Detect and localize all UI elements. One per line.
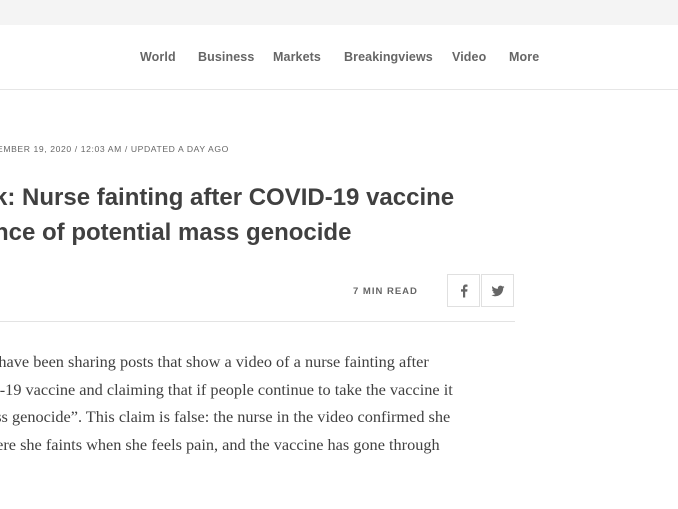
nav-item-video[interactable]: Video	[452, 50, 486, 64]
top-utility-bar	[0, 0, 678, 25]
nav-item-world[interactable]: World	[140, 50, 176, 64]
article-dateline: EMBER 19, 2020 / 12:03 AM / UPDATED A DA…	[0, 144, 229, 154]
nav-item-business[interactable]: Business	[198, 50, 254, 64]
headline-line: nce of potential mass genocide	[0, 219, 352, 246]
body-line: D-19 vaccine and claiming that if people…	[0, 379, 453, 399]
article-headline: k: Nurse fainting after COVID-19 vaccine…	[0, 180, 594, 250]
main-navigation: World Business Markets Breakingviews Vid…	[0, 25, 678, 90]
nav-item-more[interactable]: More	[509, 50, 539, 64]
share-twitter-button[interactable]	[481, 274, 514, 307]
nav-item-breakingviews[interactable]: Breakingviews	[344, 50, 433, 64]
twitter-icon	[491, 285, 504, 296]
facebook-icon	[460, 284, 467, 297]
share-facebook-button[interactable]	[447, 274, 480, 307]
headline-line: k: Nurse fainting after COVID-19 vaccine	[0, 184, 455, 211]
body-line: s have been sharing posts that show a vi…	[0, 352, 429, 371]
article-divider	[0, 321, 515, 322]
nav-item-markets[interactable]: Markets	[273, 50, 321, 64]
body-line: here she faints when she feels pain, and…	[0, 434, 440, 454]
read-time: 7 MIN READ	[353, 286, 418, 297]
body-line: ass genocide”. This claim is false: the …	[0, 407, 451, 426]
article-body: s have been sharing posts that show a vi…	[0, 348, 548, 458]
